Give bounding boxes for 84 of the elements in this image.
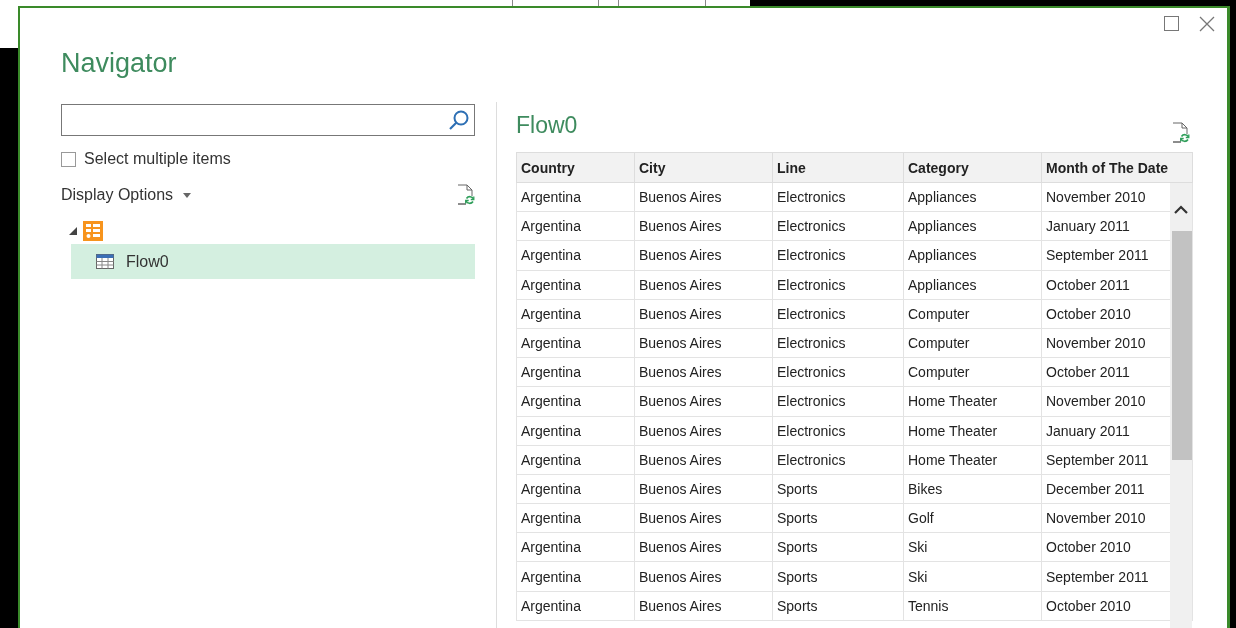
- table-cell: Buenos Aires: [634, 503, 773, 533]
- checkbox[interactable]: [61, 151, 76, 167]
- table-cell: Golf: [903, 503, 1042, 533]
- column-header[interactable]: Line: [772, 152, 904, 183]
- table-cell: Argentina: [516, 445, 635, 475]
- preview-title: Flow0: [516, 112, 578, 139]
- table-cell: Home Theater: [903, 386, 1042, 416]
- table-cell: Buenos Aires: [634, 299, 773, 329]
- search-field[interactable]: [61, 104, 475, 136]
- database-icon: [83, 221, 103, 241]
- table-cell: Computer: [903, 328, 1042, 358]
- table-cell: Appliances: [903, 182, 1042, 212]
- refresh-icon[interactable]: [457, 184, 475, 206]
- tree-item[interactable]: Flow0: [71, 244, 475, 279]
- table-cell: Argentina: [516, 270, 635, 300]
- table-cell: Buenos Aires: [634, 211, 773, 241]
- table-cell: Buenos Aires: [634, 357, 773, 387]
- table-cell: Electronics: [772, 357, 904, 387]
- table-cell: Home Theater: [903, 416, 1042, 446]
- display-options-dropdown[interactable]: Display Options: [61, 186, 192, 204]
- checkbox-label: Select multiple items: [84, 150, 231, 168]
- table-icon: [96, 254, 114, 269]
- table-cell: Electronics: [772, 299, 904, 329]
- scrollbar[interactable]: [1170, 183, 1192, 628]
- column-header[interactable]: Month of The Date: [1041, 152, 1193, 183]
- table-cell: Electronics: [772, 211, 904, 241]
- column-header[interactable]: City: [634, 152, 773, 183]
- table-cell: Sports: [772, 591, 904, 621]
- table-cell: Ski: [903, 532, 1042, 562]
- dialog-title: Navigator: [61, 48, 177, 79]
- table-cell: Buenos Aires: [634, 416, 773, 446]
- table-cell: Buenos Aires: [634, 591, 773, 621]
- table-cell: Home Theater: [903, 445, 1042, 475]
- refresh-icon[interactable]: [1172, 122, 1190, 144]
- table-cell: Buenos Aires: [634, 240, 773, 271]
- scroll-up-icon[interactable]: [1174, 205, 1188, 214]
- table-cell: Argentina: [516, 503, 635, 533]
- table-cell: Argentina: [516, 211, 635, 241]
- table-cell: Electronics: [772, 445, 904, 475]
- table-cell: Sports: [772, 561, 904, 592]
- table-cell: Ski: [903, 561, 1042, 592]
- scrollbar-thumb[interactable]: [1172, 231, 1192, 460]
- table-cell: Buenos Aires: [634, 532, 773, 562]
- table-cell: Argentina: [516, 416, 635, 446]
- table-cell: Argentina: [516, 328, 635, 358]
- table-cell: Buenos Aires: [634, 561, 773, 592]
- table-cell: Electronics: [772, 240, 904, 271]
- table-cell: Argentina: [516, 591, 635, 621]
- table-cell: Electronics: [772, 270, 904, 300]
- column-header[interactable]: Category: [903, 152, 1042, 183]
- search-icon[interactable]: [448, 109, 470, 131]
- table-cell: Computer: [903, 299, 1042, 329]
- table-cell: Argentina: [516, 532, 635, 562]
- table-cell: Sports: [772, 474, 904, 504]
- table-cell: Buenos Aires: [634, 445, 773, 475]
- maximize-icon[interactable]: [1164, 16, 1179, 31]
- table-cell: Appliances: [903, 270, 1042, 300]
- table-cell: Argentina: [516, 386, 635, 416]
- table-cell: Sports: [772, 503, 904, 533]
- table-cell: Tennis: [903, 591, 1042, 621]
- close-icon[interactable]: [1199, 16, 1215, 32]
- table-cell: Electronics: [772, 328, 904, 358]
- table-cell: Buenos Aires: [634, 270, 773, 300]
- table-cell: Electronics: [772, 386, 904, 416]
- column-header[interactable]: Country: [516, 152, 635, 183]
- table-cell: Electronics: [772, 416, 904, 446]
- table-cell: Argentina: [516, 240, 635, 271]
- table-cell: Buenos Aires: [634, 182, 773, 212]
- expand-triangle-icon[interactable]: [69, 227, 77, 235]
- table-cell: Electronics: [772, 182, 904, 212]
- table-cell: Argentina: [516, 561, 635, 592]
- table-cell: Argentina: [516, 299, 635, 329]
- table-cell: Buenos Aires: [634, 328, 773, 358]
- table-cell: Sports: [772, 532, 904, 562]
- table-cell: Appliances: [903, 240, 1042, 271]
- table-cell: Computer: [903, 357, 1042, 387]
- table-cell: Argentina: [516, 474, 635, 504]
- table-cell: Bikes: [903, 474, 1042, 504]
- table-cell: Argentina: [516, 357, 635, 387]
- caret-icon: [183, 192, 192, 198]
- table-cell: Buenos Aires: [634, 386, 773, 416]
- table-cell: Argentina: [516, 182, 635, 212]
- table-cell: Buenos Aires: [634, 474, 773, 504]
- table-cell: Appliances: [903, 211, 1042, 241]
